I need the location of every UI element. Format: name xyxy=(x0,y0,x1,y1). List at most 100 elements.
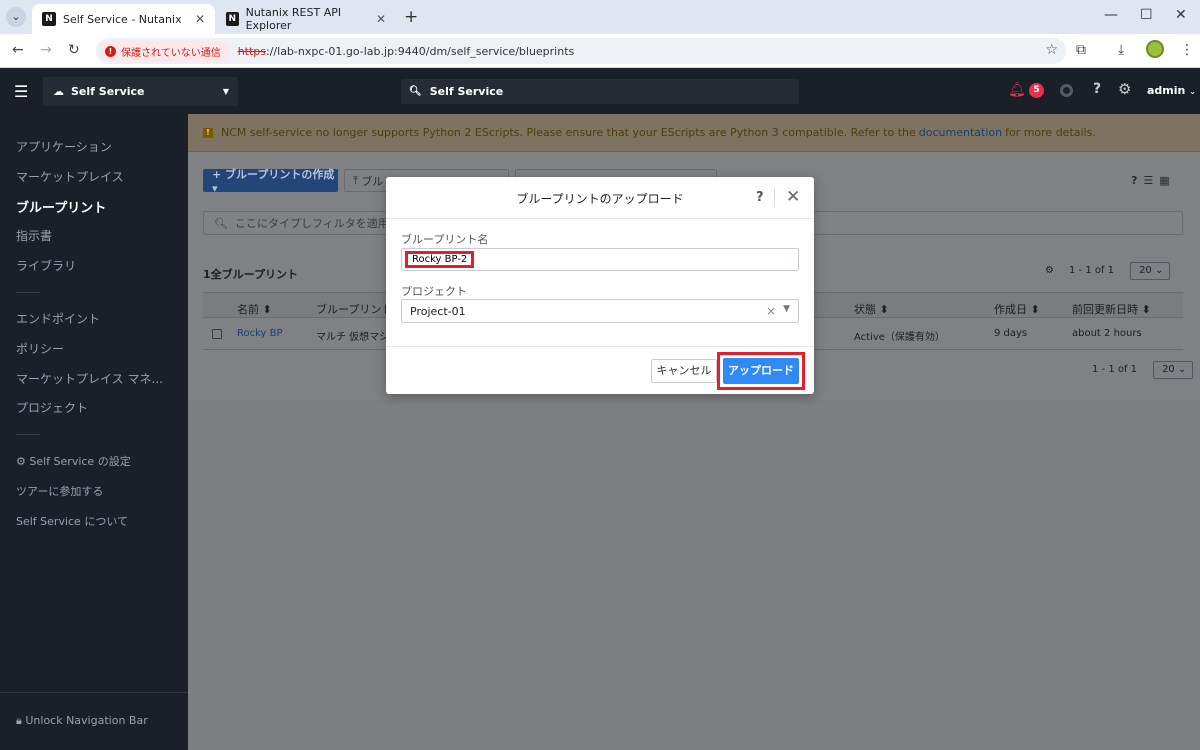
col-created[interactable]: 作成日 ⬍ xyxy=(994,301,1040,317)
back-icon[interactable]: ← xyxy=(12,42,24,58)
sidebar-item-endpoints[interactable]: エンドポイント xyxy=(16,310,100,327)
banner-text-after: for more details. xyxy=(1005,126,1096,139)
minimize-icon[interactable]: — xyxy=(1104,7,1118,23)
sidebar-divider xyxy=(16,292,40,293)
upload-icon: ⤒ xyxy=(353,173,358,187)
browser-menu-icon[interactable]: ⋮ xyxy=(1180,42,1194,58)
warning-icon: ! xyxy=(105,45,116,57)
sidebar-item-runbooks[interactable]: 指示書 xyxy=(16,227,52,244)
download-icon[interactable]: ⤓ xyxy=(1118,42,1124,58)
lock-icon: 🔒︎ xyxy=(16,714,22,727)
sidebar-item-tour[interactable]: ツアーに参加する xyxy=(16,483,103,499)
sidebar-item-projects[interactable]: プロジェクト xyxy=(16,399,88,416)
user-menu[interactable]: admin ⌄ xyxy=(1147,84,1196,97)
maximize-icon[interactable]: ☐ xyxy=(1140,7,1153,23)
list-view-icon[interactable]: ☰ xyxy=(1143,174,1159,187)
tab-title: Self Service - Nutanix xyxy=(63,12,182,26)
page-size-select[interactable]: 20 ⌄ xyxy=(1153,361,1194,379)
new-tab-icon[interactable]: + xyxy=(404,7,418,27)
pager-range: 1 - 1 of 1 xyxy=(1092,364,1138,375)
forward-icon[interactable]: → xyxy=(40,42,52,58)
browser-tab-api-explorer[interactable]: N Nutanix REST API Explorer ✕ xyxy=(216,4,396,34)
reload-icon[interactable]: ↻ xyxy=(68,42,80,58)
dropdown-arrow-icon[interactable]: ▼ xyxy=(783,304,790,314)
grid-view-icon[interactable]: ▦ xyxy=(1159,174,1175,187)
col-name[interactable]: 名前 ⬍ xyxy=(237,301,272,317)
filter-placeholder: ここにタイプしフィルタを適用して xyxy=(234,217,411,230)
notification-count-badge[interactable]: 5 xyxy=(1029,83,1044,98)
blueprint-name-value: Rocky BP-2 xyxy=(405,251,475,268)
documentation-link[interactable]: documentation xyxy=(919,126,1002,139)
upload-button-label: ブル xyxy=(361,174,384,188)
search-icon: 🔍︎ xyxy=(409,86,422,97)
browser-tab-self-service[interactable]: N Self Service - Nutanix ✕ xyxy=(32,4,215,34)
blueprint-name-field[interactable]: Rocky BP-2 xyxy=(401,248,799,271)
hamburger-menu-icon[interactable]: ☰ xyxy=(14,82,28,101)
tab-search-chevron-icon[interactable]: ⌄ xyxy=(6,7,26,27)
blueprint-name-link[interactable]: Rocky BP xyxy=(237,328,283,339)
page-size-select[interactable]: 20 ⌄ xyxy=(1130,262,1171,280)
search-icon: 🔍︎ xyxy=(214,216,228,230)
search-text: Self Service xyxy=(429,85,504,98)
blueprint-created: 9 days xyxy=(994,328,1028,339)
extensions-icon[interactable]: ⧉ xyxy=(1076,42,1086,58)
tasks-ring-icon[interactable] xyxy=(1060,84,1073,97)
gear-icon: ⚙ xyxy=(16,455,26,468)
cloud-icon: ☁ xyxy=(53,85,64,98)
global-search-input[interactable]: 🔍︎ Self Service xyxy=(401,79,799,104)
tab-close-icon[interactable]: ✕ xyxy=(195,12,205,26)
project-value: Project-01 xyxy=(410,304,466,318)
security-chip[interactable]: ! 保護されていない通信 xyxy=(99,41,229,61)
help-icon[interactable]: ? xyxy=(1131,174,1143,187)
nutanix-favicon-icon: N xyxy=(226,12,239,26)
col-type[interactable]: ブループリントt xyxy=(316,301,397,317)
tab-title: Nutanix REST API Explorer xyxy=(245,6,342,32)
blueprint-type: マルチ 仮想マシ xyxy=(316,332,390,343)
sidebar-item-marketplace-manager[interactable]: マーケットプレイス マネ... xyxy=(16,370,163,387)
help-icon[interactable]: ? xyxy=(756,190,764,205)
cancel-button[interactable]: キャンセル xyxy=(651,359,717,383)
python-warning-banner: ! NCM self-service no longer supports Py… xyxy=(188,114,1200,152)
window-close-icon[interactable]: ✕ xyxy=(1175,7,1187,23)
sidebar-item-library[interactable]: ライブラリ xyxy=(16,257,76,274)
tab-close-icon[interactable]: ✕ xyxy=(376,12,386,26)
clear-icon[interactable]: × xyxy=(766,304,776,318)
url-scheme: https xyxy=(237,44,267,58)
notification-bell-icon[interactable]: 🔔︎ xyxy=(1008,82,1026,98)
dialog-title: ブループリントのアップロード xyxy=(516,192,684,206)
unlock-label: Unlock Navigation Bar xyxy=(25,714,148,727)
unlock-navigation-button[interactable]: 🔒︎ Unlock Navigation Bar xyxy=(16,714,148,728)
sidebar-item-blueprints[interactable]: ブループリント xyxy=(16,197,106,216)
upload-blueprint-dialog: ブループリントのアップロード ? ✕ ブループリント名 Rocky BP-2 プ… xyxy=(386,177,814,394)
row-checkbox[interactable] xyxy=(212,329,222,339)
sidebar-item-applications[interactable]: アプリケーション xyxy=(16,138,112,155)
divider xyxy=(386,346,814,347)
settings-gear-icon[interactable]: ⚙ xyxy=(1118,80,1131,98)
help-icon[interactable]: ? xyxy=(1093,81,1101,97)
sidebar-item-about[interactable]: Self Service について xyxy=(16,513,128,529)
address-bar[interactable]: ! 保護されていない通信 https://lab-nxpc-01.go-lab.… xyxy=(96,38,1066,64)
project-label: プロジェクト xyxy=(401,285,467,298)
project-select[interactable]: Project-01 × ▼ xyxy=(401,299,799,323)
sidebar-item-marketplace[interactable]: マーケットプレイス xyxy=(16,168,124,185)
banner-text: NCM self-service no longer supports Pyth… xyxy=(221,126,916,139)
upload-button[interactable]: アップロード xyxy=(723,358,799,384)
chevron-down-icon: ⌄ xyxy=(1189,87,1196,96)
security-label: 保護されていない通信 xyxy=(121,47,221,59)
create-blueprint-button[interactable]: + ブループリントの作成 ▾ xyxy=(203,168,338,195)
pagination-bottom: 1 - 1 of 1 20 ⌄ xyxy=(1092,361,1194,379)
col-state[interactable]: 状態 ⬍ xyxy=(854,301,889,317)
sidebar-item-settings[interactable]: ⚙ Self Service の設定 xyxy=(16,453,131,469)
sidebar: アプリケーション マーケットプレイス ブループリント 指示書 ライブラリ エンド… xyxy=(0,114,188,750)
sidebar-divider xyxy=(16,434,40,435)
close-icon[interactable]: ✕ xyxy=(786,187,800,207)
app-switcher[interactable]: ☁ Self Service ▼ xyxy=(43,77,238,106)
bookmark-star-icon[interactable]: ☆ xyxy=(1045,42,1058,58)
table-settings-gear-icon[interactable]: ⚙ xyxy=(1045,265,1054,276)
profile-avatar[interactable] xyxy=(1146,40,1164,58)
pager-range: 1 - 1 of 1 xyxy=(1069,265,1115,276)
app-name: Self Service xyxy=(71,85,145,98)
sidebar-item-policies[interactable]: ポリシー xyxy=(16,340,64,357)
col-updated[interactable]: 前回更新日時 ⬍ xyxy=(1072,301,1151,317)
view-toggle[interactable]: ?☰▦ xyxy=(1131,174,1176,187)
